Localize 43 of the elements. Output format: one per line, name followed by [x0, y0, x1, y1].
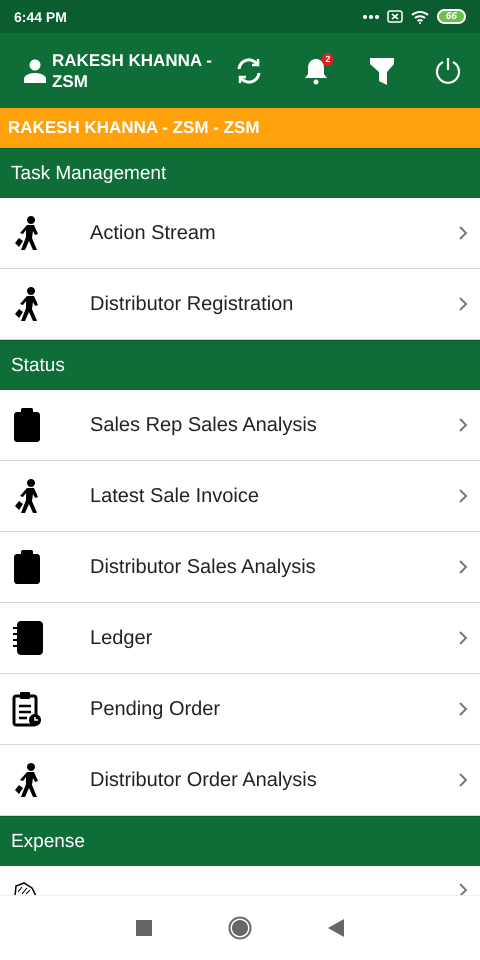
menu-item[interactable]: Pending Order: [0, 674, 480, 745]
chevron-icon: [458, 772, 468, 788]
menu-item[interactable]: Distributor Sales Analysis: [0, 532, 480, 603]
menu-item[interactable]: Sales Rep Sales Analysis: [0, 390, 480, 461]
menu-item[interactable]: Ledger: [0, 603, 480, 674]
power-button[interactable]: [434, 56, 462, 84]
chevron-icon: [458, 882, 468, 895]
chevron-icon: [458, 701, 468, 717]
section-header: Task Management: [0, 148, 480, 198]
chevron-icon: [458, 417, 468, 433]
notebook-icon: [12, 620, 46, 656]
no-sim-icon: [386, 10, 403, 23]
wifi-icon: [410, 10, 429, 24]
more-dots-icon: [362, 14, 379, 18]
status-time: 6:44 PM: [14, 8, 67, 24]
menu-item-label: Distributor Registration: [90, 292, 294, 314]
menu-item-label: Pending Order: [90, 698, 220, 720]
menu-item-label: Distributor Order Analysis: [90, 768, 317, 790]
menu-item-label: Ledger: [90, 626, 152, 648]
menu-item[interactable]: Latest Sale Invoice: [0, 461, 480, 532]
chevron-icon: [458, 225, 468, 241]
chevron-icon: [458, 296, 468, 312]
menu-item[interactable]: Action Stream: [0, 198, 480, 269]
clipboard-icon: [12, 549, 42, 585]
back-button[interactable]: [328, 919, 344, 937]
menu-item-label: Distributor Sales Analysis: [90, 556, 316, 578]
menu-item-label: Action Stream: [90, 222, 216, 244]
section-header: Expense: [0, 816, 480, 866]
battery-level: 66: [436, 9, 466, 24]
pending-clipboard-icon: [12, 691, 42, 727]
user-icon: [24, 58, 46, 82]
chevron-icon: [458, 559, 468, 575]
user-banner: RAKESH KHANNA - ZSM - ZSM: [0, 108, 480, 148]
clipboard-icon: [12, 407, 42, 443]
filter-button[interactable]: [368, 56, 395, 84]
section-header: Status: [0, 340, 480, 390]
home-button[interactable]: [228, 916, 252, 940]
chevron-icon: [458, 630, 468, 646]
notification-badge: 2: [322, 52, 334, 66]
user-name: RAKESH KHANNA - ZSM: [52, 50, 212, 92]
menu-item-label: Latest Sale Invoice: [90, 484, 259, 506]
chevron-icon: [458, 488, 468, 504]
menu-item-label: Sales Rep Sales Analysis: [90, 414, 317, 436]
